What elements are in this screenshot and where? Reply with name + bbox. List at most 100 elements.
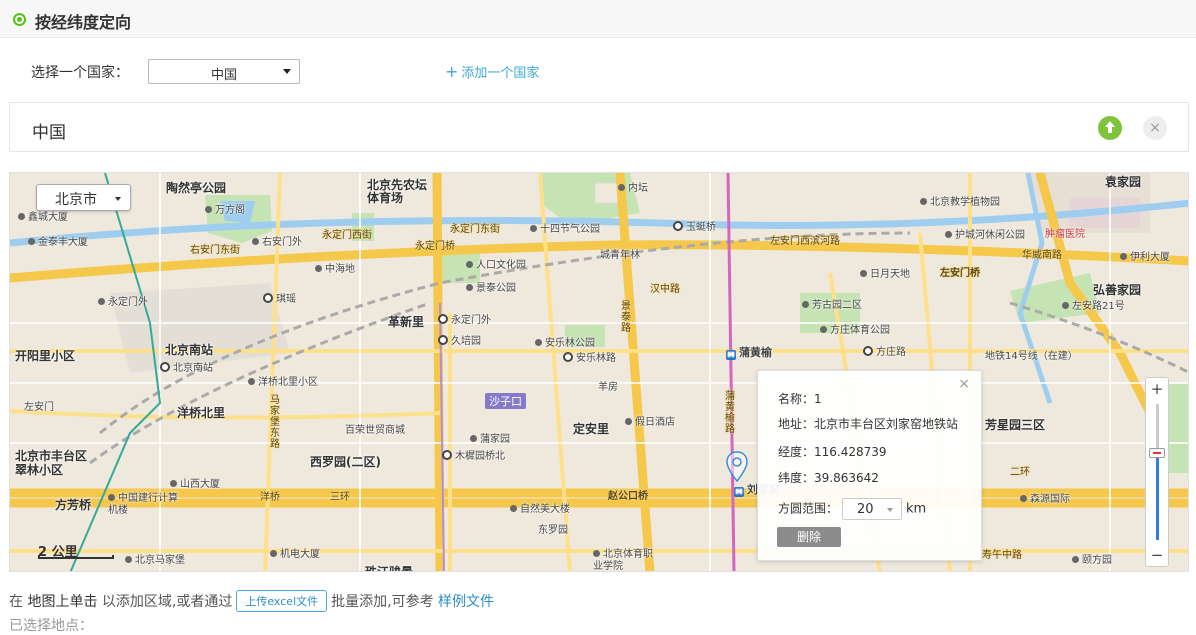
road-label: 蒲黄榆路 [725, 391, 735, 435]
chevron-down-icon [887, 508, 894, 512]
map-label: 自然美大楼 [510, 500, 570, 515]
map-label: 十四节气公园 [530, 220, 600, 235]
district-tag: 沙子口 [485, 393, 526, 409]
remove-country-button[interactable]: × [1143, 116, 1167, 140]
map-label: 定安里 [573, 422, 610, 436]
map-label: 左安门 [24, 402, 54, 413]
map-label: 人口文化园 [466, 256, 526, 271]
map-label: 地铁14号线（在建） [985, 351, 1078, 362]
country-select[interactable]: 中国 [148, 59, 300, 84]
radio-selected-icon[interactable] [13, 13, 26, 26]
road-label: 永定门桥 [415, 241, 455, 252]
map-label: 森源国际 [1020, 490, 1070, 505]
map-label: 方庄路 [863, 343, 906, 358]
city-select[interactable]: 北京市 [36, 184, 131, 211]
map-label: 东罗园 [538, 525, 568, 536]
map-label: 山西大厦 [170, 475, 220, 490]
road-label: 马家堡东路 [270, 395, 280, 450]
map-label: 北京体育职业学院 [593, 549, 653, 572]
map-label: 蒲家园 [470, 430, 510, 445]
map-label: 中国建行计算机楼 [108, 493, 178, 516]
map-label: 久培园 [438, 332, 481, 347]
map-label: 北京市丰台区翠林小区 [15, 449, 88, 477]
map-label: 安乐林路 [563, 349, 616, 364]
map-label: 芳星园三区 [985, 418, 1046, 432]
road-label: 汉中路 [650, 284, 680, 295]
map-label: 琪瑶 [263, 290, 296, 305]
road-label: 洋桥 [260, 492, 280, 503]
map-label: 安乐林公园 [535, 334, 595, 349]
popup-range-row: 方圆范围： 20 km [778, 498, 926, 520]
sample-file-link[interactable]: 样例文件 [438, 594, 494, 610]
zoom-slider-handle[interactable] [1149, 448, 1165, 458]
map-label: 珠江骏景 [365, 565, 414, 572]
section-title: 按经纬度定向 [35, 13, 132, 32]
map-marker-icon[interactable] [726, 451, 748, 483]
map-label: 伊利大厦 [1120, 248, 1170, 263]
road-label: 左安门西滨河路 [770, 236, 840, 247]
delete-button[interactable]: 删除 [777, 527, 841, 547]
popup-close-button[interactable]: × [958, 376, 970, 392]
zoom-level-fill [1156, 454, 1159, 540]
map-label: 洋桥北里小区 [248, 373, 318, 388]
map-label: 右安门外 [252, 233, 302, 248]
selected-places-label: 已选择地点： [9, 618, 93, 634]
map-canvas[interactable]: 陶然亭公园 北京先农坛体育场 内坛 袁家园 鑫城大厦 金泰丰大厦 万方阁 北京教… [9, 172, 1189, 572]
road-label: 永定门东街 [450, 224, 500, 235]
popup-longitude-row: 经度：116.428739 [778, 445, 887, 459]
map-label: 蒲黄榆 [726, 344, 772, 360]
map-label: 北京先农坛体育场 [367, 178, 428, 205]
add-country-link[interactable]: + 添加一个国家 [445, 62, 539, 81]
chevron-down-icon [115, 197, 121, 201]
road-label: 永定门西街 [322, 230, 372, 241]
map-label: 假日酒店 [625, 413, 675, 428]
scale-bar [38, 555, 114, 559]
road-label: 右安门东街 [190, 245, 240, 256]
map-label: 中海地 [315, 260, 355, 275]
upload-arrow-icon[interactable] [1098, 116, 1122, 140]
map-label: 革新里 [388, 315, 425, 329]
road-label: 寿午中路 [982, 550, 1022, 561]
section-header: 按经纬度定向 [0, 0, 1196, 38]
map-label: 羊房 [598, 382, 618, 393]
map-label: 方芳桥 [55, 498, 92, 512]
country-name: 中国 [32, 123, 66, 143]
road-label: 赵公口桥 [608, 491, 648, 502]
map-label: 内坛 [618, 179, 648, 194]
map-label: 北京南站 [165, 343, 214, 357]
map-label: 开阳里小区 [15, 349, 76, 363]
map-label: 玉蜓桥 [673, 218, 716, 233]
country-select-label: 选择一个国家： [31, 65, 129, 81]
zoom-control: + − [1145, 377, 1169, 567]
map-label: 城青年林 [600, 250, 640, 261]
road-label: 景泰路 [621, 301, 631, 334]
zoom-in-button[interactable]: + [1146, 380, 1168, 398]
map-label: 百荣世贸商城 [345, 425, 405, 436]
road-label: 二环 [1010, 467, 1030, 478]
city-select-value: 北京市 [55, 192, 97, 208]
map-scale: 2 公里 [38, 541, 114, 560]
footer-hint: 在 地图上单击 以添加区域,或者通过 上传excel文件 批量添加,可参考 样例文件 [9, 590, 494, 612]
country-box: 中国 × [9, 102, 1189, 152]
map-label: 金泰丰大厦 [28, 233, 88, 248]
map-label: 永定门外 [438, 311, 491, 326]
range-select[interactable]: 20 [842, 498, 903, 520]
map-label: 方庄体育公园 [820, 321, 890, 336]
map-label: 北京马家堡 [125, 551, 185, 566]
popup-latitude-row: 纬度：39.863642 [778, 471, 879, 485]
map-label: 袁家园 [1105, 175, 1142, 189]
map-label: 万方阁 [205, 201, 245, 216]
map-label: 颐方园 [1072, 551, 1112, 566]
map-label: 芳古园二区 [802, 296, 862, 311]
map-label: 北京教学植物园 [920, 193, 1000, 208]
zoom-out-button[interactable]: − [1146, 546, 1168, 564]
map-label: 机电大厦 [270, 545, 320, 560]
map-label: 木樨园桥北 [442, 447, 505, 462]
upload-excel-button[interactable]: 上传excel文件 [236, 590, 328, 612]
map-label: 日月天地 [860, 265, 910, 280]
popup-address-row: 地址：北京市丰台区刘家窑地铁站 [778, 417, 959, 431]
map-label: 永定门外 [98, 293, 148, 308]
location-popup: × 名称：1 地址：北京市丰台区刘家窑地铁站 经度：116.428739 纬度：… [757, 370, 982, 561]
popup-name-row: 名称：1 [778, 392, 822, 406]
plus-icon: + [445, 62, 459, 81]
